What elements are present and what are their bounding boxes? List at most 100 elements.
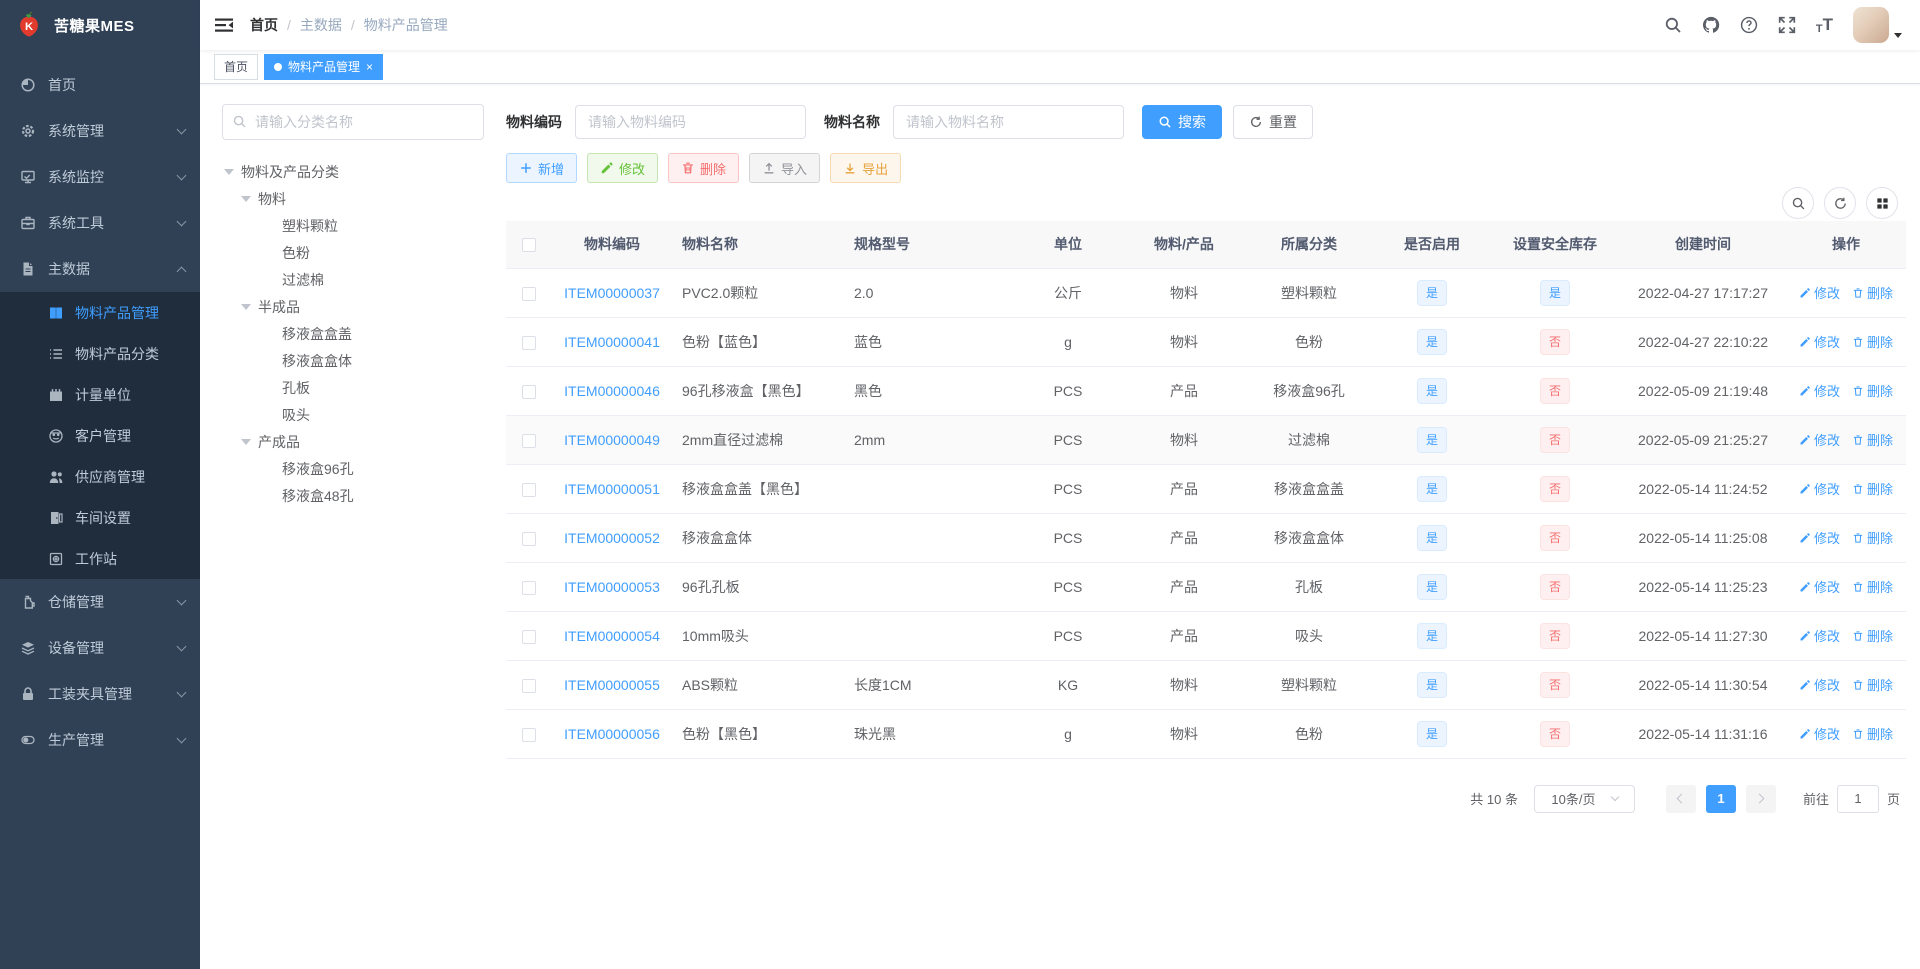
material-name-input[interactable]: [893, 105, 1124, 139]
sidebar-item-home[interactable]: 首页: [0, 62, 200, 108]
tree-node[interactable]: 过滤棉: [222, 266, 484, 293]
caret-down-icon[interactable]: [224, 168, 234, 175]
tag-home[interactable]: 首页: [214, 53, 259, 80]
row-checkbox[interactable]: [522, 384, 536, 399]
tree-node[interactable]: 移液盒盒盖: [222, 320, 484, 347]
row-delete-link[interactable]: 删除: [1852, 528, 1893, 547]
sidebar-item-production-mgmt[interactable]: 生产管理: [0, 717, 200, 763]
row-delete-link[interactable]: 删除: [1852, 724, 1893, 743]
material-code-link[interactable]: ITEM00000041: [564, 334, 660, 350]
sidebar-item-customer-mgmt[interactable]: 客户管理: [0, 415, 200, 456]
show-search-button[interactable]: [1782, 187, 1814, 219]
row-delete-link[interactable]: 删除: [1852, 675, 1893, 694]
sidebar-item-master-data[interactable]: 主数据: [0, 246, 200, 292]
material-code-input[interactable]: [575, 105, 806, 139]
material-code-link[interactable]: ITEM00000056: [564, 726, 660, 742]
caret-down-icon[interactable]: [241, 438, 251, 445]
close-icon[interactable]: ×: [366, 61, 373, 73]
row-checkbox[interactable]: [522, 286, 536, 301]
material-code-link[interactable]: ITEM00000053: [564, 579, 660, 595]
tree-node[interactable]: 半成品: [222, 293, 484, 320]
row-checkbox[interactable]: [522, 727, 536, 742]
sidebar-item-warehouse-mgmt[interactable]: 仓储管理: [0, 579, 200, 625]
row-delete-link[interactable]: 删除: [1852, 283, 1893, 302]
material-code-link[interactable]: ITEM00000054: [564, 628, 660, 644]
next-page-button[interactable]: [1745, 784, 1776, 813]
breadcrumb-home[interactable]: 首页: [250, 15, 278, 35]
sidebar-item-system-tools[interactable]: 系统工具: [0, 200, 200, 246]
sidebar-item-supplier-mgmt[interactable]: 供应商管理: [0, 456, 200, 497]
material-code-link[interactable]: ITEM00000051: [564, 481, 660, 497]
sidebar-item-fixture-mgmt[interactable]: 工装夹具管理: [0, 671, 200, 717]
material-code-link[interactable]: ITEM00000037: [564, 285, 660, 301]
caret-down-icon[interactable]: [241, 195, 251, 202]
add-button[interactable]: 新增: [506, 153, 578, 183]
row-checkbox[interactable]: [522, 482, 536, 497]
tree-node[interactable]: 孔板: [222, 374, 484, 401]
reset-button[interactable]: 重置: [1233, 105, 1313, 139]
sidebar-item-system-mgmt[interactable]: 系统管理: [0, 108, 200, 154]
row-edit-link[interactable]: 修改: [1799, 724, 1840, 743]
row-edit-link[interactable]: 修改: [1799, 479, 1840, 498]
row-edit-link[interactable]: 修改: [1799, 430, 1840, 449]
material-code-link[interactable]: ITEM00000055: [564, 677, 660, 693]
row-edit-link[interactable]: 修改: [1799, 577, 1840, 596]
tree-node[interactable]: 移液盒48孔: [222, 482, 484, 509]
tree-node[interactable]: 色粉: [222, 239, 484, 266]
sidebar-item-material-product-mgmt[interactable]: 物料产品管理: [0, 292, 200, 333]
row-edit-link[interactable]: 修改: [1799, 332, 1840, 351]
page-size-select[interactable]: 10条/页: [1533, 784, 1635, 813]
import-button[interactable]: 导入: [749, 153, 821, 183]
row-edit-link[interactable]: 修改: [1799, 381, 1840, 400]
row-checkbox[interactable]: [522, 678, 536, 693]
material-code-link[interactable]: ITEM00000052: [564, 530, 660, 546]
row-checkbox[interactable]: [522, 335, 536, 350]
search-icon[interactable]: [1664, 16, 1682, 34]
sidebar-item-unit-of-measure[interactable]: 计量单位: [0, 374, 200, 415]
row-delete-link[interactable]: 删除: [1852, 626, 1893, 645]
refresh-button[interactable]: [1824, 187, 1856, 219]
fullscreen-icon[interactable]: [1778, 16, 1796, 34]
category-search-input[interactable]: [222, 104, 484, 140]
caret-down-icon[interactable]: [241, 303, 251, 310]
github-icon[interactable]: [1702, 16, 1720, 34]
font-size-icon[interactable]: TT: [1816, 15, 1833, 35]
tree-node[interactable]: 移液盒96孔: [222, 455, 484, 482]
tree-node[interactable]: 移液盒盒体: [222, 347, 484, 374]
row-edit-link[interactable]: 修改: [1799, 626, 1840, 645]
sidebar-item-material-product-category[interactable]: 物料产品分类: [0, 333, 200, 374]
row-delete-link[interactable]: 删除: [1852, 577, 1893, 596]
sidebar-item-equipment-mgmt[interactable]: 设备管理: [0, 625, 200, 671]
hamburger-icon[interactable]: [214, 15, 234, 35]
tag-material-product-mgmt[interactable]: 物料产品管理 ×: [264, 53, 384, 80]
row-delete-link[interactable]: 删除: [1852, 430, 1893, 449]
sidebar-item-workshop-settings[interactable]: 车间设置: [0, 497, 200, 538]
row-edit-link[interactable]: 修改: [1799, 528, 1840, 547]
tree-node[interactable]: 物料: [222, 185, 484, 212]
row-edit-link[interactable]: 修改: [1799, 675, 1840, 694]
tree-node[interactable]: 吸头: [222, 401, 484, 428]
prev-page-button[interactable]: [1665, 784, 1696, 813]
row-delete-link[interactable]: 删除: [1852, 479, 1893, 498]
avatar[interactable]: [1853, 7, 1889, 43]
search-button[interactable]: 搜索: [1142, 105, 1222, 139]
select-all-checkbox[interactable]: [522, 238, 536, 253]
tree-node[interactable]: 塑料颗粒: [222, 212, 484, 239]
row-delete-link[interactable]: 删除: [1852, 332, 1893, 351]
row-edit-link[interactable]: 修改: [1799, 283, 1840, 302]
help-icon[interactable]: [1740, 16, 1758, 34]
row-checkbox[interactable]: [522, 433, 536, 448]
row-delete-link[interactable]: 删除: [1852, 381, 1893, 400]
delete-button[interactable]: 删除: [668, 153, 740, 183]
tree-node[interactable]: 产成品: [222, 428, 484, 455]
page-number-1[interactable]: 1: [1705, 784, 1736, 813]
material-code-link[interactable]: ITEM00000046: [564, 383, 660, 399]
edit-button[interactable]: 修改: [587, 153, 659, 183]
user-menu[interactable]: [1853, 7, 1902, 43]
material-code-link[interactable]: ITEM00000049: [564, 432, 660, 448]
row-checkbox[interactable]: [522, 629, 536, 644]
row-checkbox[interactable]: [522, 531, 536, 546]
tree-node[interactable]: 物料及产品分类: [222, 158, 484, 185]
goto-page-input[interactable]: [1836, 784, 1879, 813]
column-settings-button[interactable]: [1866, 187, 1898, 219]
